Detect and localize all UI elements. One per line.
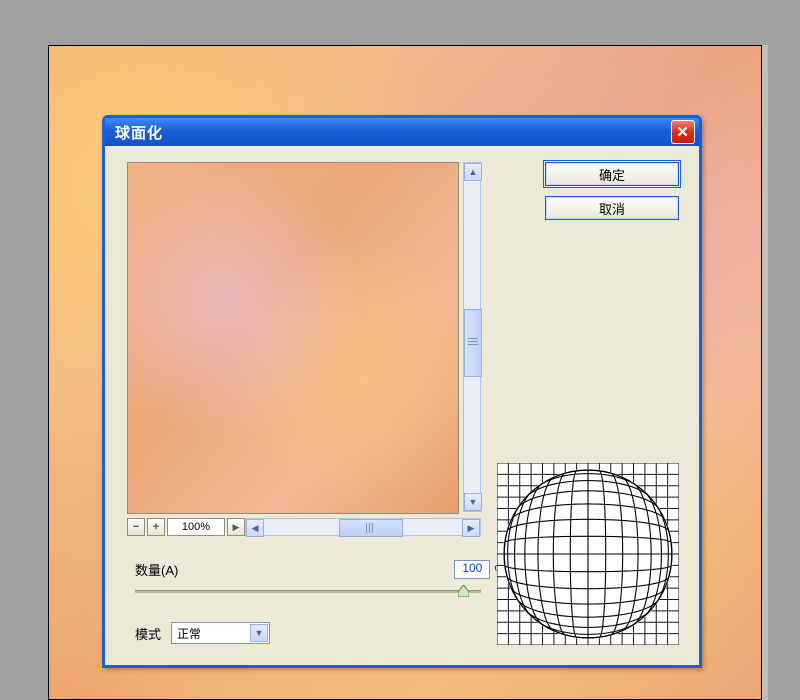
ok-button[interactable]: 确定 [545, 162, 679, 186]
spherize-dialog: 球面化 ✕ ▲ ▼ ◀ ▶ [102, 115, 702, 668]
slider-track [135, 590, 481, 593]
sphere-illustration [497, 463, 679, 645]
triangle-right-icon: ▶ [233, 522, 240, 533]
mode-dropdown[interactable]: 正常 ▼ [171, 622, 270, 644]
scroll-left-button[interactable]: ◀ [246, 519, 264, 537]
amount-row: 数量(A) 100 % [135, 560, 505, 579]
cancel-button[interactable]: 取消 [545, 196, 679, 220]
zoom-menu-button[interactable]: ▶ [227, 518, 245, 536]
close-button[interactable]: ✕ [671, 120, 695, 144]
preview-area: ▲ ▼ ◀ ▶ [127, 162, 481, 536]
mode-label: 模式 [135, 624, 161, 643]
preview-horizontal-scrollbar[interactable]: ◀ ▶ [245, 518, 481, 536]
dialog-titlebar[interactable]: 球面化 ✕ [105, 118, 699, 146]
zoom-in-button[interactable]: + [147, 518, 165, 536]
slider-thumb[interactable] [458, 585, 469, 597]
chevron-left-icon: ◀ [252, 523, 259, 534]
dialog-body: ▲ ▼ ◀ ▶ − + [105, 146, 699, 665]
preview-image[interactable] [127, 162, 459, 514]
mode-row: 模式 正常 ▼ [135, 622, 270, 644]
zoom-value: 100% [167, 518, 225, 536]
horizontal-scroll-thumb[interactable] [339, 519, 403, 537]
chevron-down-icon: ▼ [255, 628, 264, 638]
vertical-scroll-thumb[interactable] [464, 309, 482, 377]
mode-value: 正常 [177, 625, 201, 642]
dialog-buttons: 确定 取消 [545, 162, 679, 220]
scroll-up-button[interactable]: ▲ [464, 163, 482, 181]
chevron-right-icon: ▶ [468, 523, 475, 534]
zoom-controls: − + 100% ▶ [127, 518, 245, 536]
minus-icon: − [133, 521, 139, 533]
close-icon: ✕ [676, 123, 690, 141]
dropdown-arrow: ▼ [250, 624, 268, 642]
dialog-title: 球面化 [115, 122, 163, 143]
amount-slider[interactable] [135, 584, 481, 598]
chevron-down-icon: ▼ [469, 497, 478, 507]
scroll-down-button[interactable]: ▼ [464, 493, 482, 511]
scroll-right-button[interactable]: ▶ [462, 519, 480, 537]
preview-vertical-scrollbar[interactable]: ▲ ▼ [463, 162, 481, 512]
amount-label: 数量(A) [135, 560, 178, 579]
amount-input[interactable]: 100 [454, 560, 490, 579]
chevron-up-icon: ▲ [469, 167, 478, 177]
plus-icon: + [153, 521, 159, 533]
zoom-out-button[interactable]: − [127, 518, 145, 536]
